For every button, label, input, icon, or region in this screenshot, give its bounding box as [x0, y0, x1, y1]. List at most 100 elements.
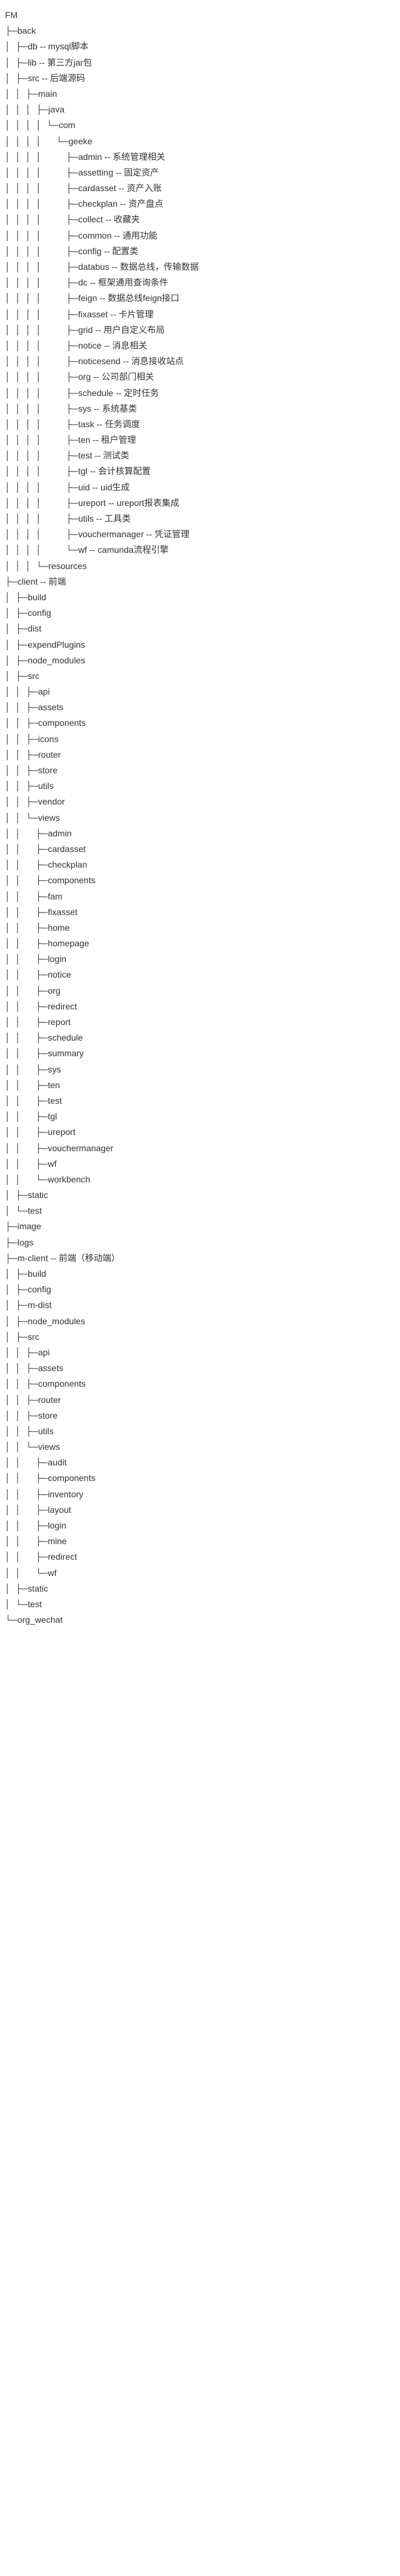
- tree-node: │ │ ├─admin: [5, 826, 395, 841]
- tree-node: │ │ │ │ ├─notice -- 消息相关: [5, 338, 395, 354]
- tree-node: │ │ ├─fixasset: [5, 904, 395, 920]
- tree-node: │ │ ├─redirect: [5, 1549, 395, 1565]
- tree-node: │ ├─src: [5, 668, 395, 684]
- tree-node: │ │ │ │ ├─grid -- 用户自定义布局: [5, 322, 395, 338]
- tree-node: │ ├─static: [5, 1581, 395, 1597]
- tree-node: │ │ ├─audit: [5, 1455, 395, 1470]
- tree-node: │ │ ├─layout: [5, 1502, 395, 1518]
- tree-node: │ │ └─wf: [5, 1565, 395, 1581]
- tree-node: │ │ ├─components: [5, 1376, 395, 1392]
- tree-node: │ ├─db -- mysql脚本: [5, 39, 395, 54]
- tree-node: │ │ ├─assets: [5, 1360, 395, 1376]
- tree-node: │ │ ├─fam: [5, 889, 395, 904]
- tree-node: │ │ │ │ ├─cardasset -- 资产入账: [5, 181, 395, 196]
- tree-node: │ ├─src -- 后端源码: [5, 71, 395, 86]
- tree-node: │ │ ├─login: [5, 951, 395, 967]
- tree-node: │ │ └─views: [5, 1439, 395, 1455]
- directory-tree: FM├─back│ ├─db -- mysql脚本│ ├─lib -- 第三方j…: [5, 7, 395, 1628]
- tree-node: │ │ │ │ ├─ten -- 租户管理: [5, 432, 395, 448]
- tree-node: │ │ ├─ten: [5, 1077, 395, 1093]
- tree-node: │ │ ├─store: [5, 763, 395, 778]
- tree-node: │ │ ├─notice: [5, 967, 395, 983]
- tree-node: │ ├─config: [5, 605, 395, 621]
- tree-node: │ │ │ │ ├─task -- 任务调度: [5, 417, 395, 432]
- tree-node: │ │ ├─summary: [5, 1046, 395, 1061]
- tree-node: │ │ ├─main: [5, 86, 395, 102]
- tree-node: │ ├─build: [5, 1266, 395, 1282]
- tree-node: │ │ └─workbench: [5, 1172, 395, 1187]
- tree-node: │ │ ├─redirect: [5, 999, 395, 1014]
- tree-node: │ ├─src: [5, 1329, 395, 1345]
- tree-node: │ │ ├─vendor: [5, 794, 395, 810]
- tree-node: │ │ │ │ ├─checkplan -- 资产盘点: [5, 196, 395, 212]
- tree-node: │ ├─node_modules: [5, 1314, 395, 1329]
- tree-node: │ │ ├─components: [5, 873, 395, 888]
- tree-node: │ └─test: [5, 1203, 395, 1219]
- tree-node: │ │ │ │ ├─admin -- 系统管理相关: [5, 149, 395, 165]
- tree-node: │ │ ├─ureport: [5, 1124, 395, 1140]
- tree-node: │ │ ├─wf: [5, 1156, 395, 1172]
- tree-node: │ │ │ │ ├─test -- 测试类: [5, 448, 395, 463]
- tree-node: │ │ ├─home: [5, 920, 395, 936]
- tree-node: │ │ ├─store: [5, 1408, 395, 1424]
- tree-node: │ └─test: [5, 1597, 395, 1612]
- tree-node: │ │ ├─components: [5, 715, 395, 731]
- tree-node: │ │ ├─schedule: [5, 1030, 395, 1046]
- tree-node: │ │ │ │ ├─tgl -- 会计核算配置: [5, 463, 395, 479]
- tree-node: FM: [5, 7, 395, 23]
- tree-node: │ │ │ │ └─wf -- camunda流程引擎: [5, 542, 395, 558]
- tree-node: │ │ ├─sys: [5, 1062, 395, 1077]
- tree-node: │ │ │ │ ├─dc -- 框架通用查询条件: [5, 275, 395, 290]
- tree-node: │ │ ├─org: [5, 983, 395, 999]
- tree-node: │ │ │ ├─java: [5, 102, 395, 117]
- tree-node: ├─back: [5, 23, 395, 39]
- tree-node: │ │ │ │ ├─vouchermanager -- 凭证管理: [5, 527, 395, 542]
- tree-node: │ │ ├─components: [5, 1470, 395, 1486]
- tree-node: │ │ ├─assets: [5, 700, 395, 715]
- tree-node: │ │ │ │ ├─utils -- 工具类: [5, 511, 395, 527]
- tree-node: │ │ ├─homepage: [5, 936, 395, 951]
- tree-node: │ │ ├─api: [5, 1345, 395, 1360]
- tree-node: │ │ │ └─resources: [5, 558, 395, 574]
- tree-node: │ │ │ │ ├─feign -- 数据总线feign接口: [5, 290, 395, 306]
- tree-node: │ │ ├─icons: [5, 731, 395, 747]
- tree-node: ├─m-client -- 前端（移动端）: [5, 1251, 395, 1266]
- tree-node: │ │ │ │ ├─schedule -- 定时任务: [5, 385, 395, 401]
- tree-node: │ │ ├─router: [5, 1392, 395, 1408]
- tree-node: │ │ ├─report: [5, 1014, 395, 1030]
- tree-node: │ ├─lib -- 第三方jar包: [5, 55, 395, 71]
- tree-node: └─org_wechat: [5, 1612, 395, 1628]
- tree-node: ├─logs: [5, 1235, 395, 1251]
- tree-node: │ ├─m-dist: [5, 1297, 395, 1313]
- tree-node: │ │ ├─test: [5, 1093, 395, 1109]
- tree-node: │ ├─node_modules: [5, 653, 395, 668]
- tree-node: ├─client -- 前端: [5, 574, 395, 590]
- tree-node: │ │ │ │ ├─assetting -- 固定资产: [5, 165, 395, 181]
- tree-node: │ │ ├─utils: [5, 778, 395, 794]
- tree-node: │ │ │ │ ├─ureport -- ureport报表集成: [5, 495, 395, 511]
- tree-node: │ │ ├─inventory: [5, 1487, 395, 1502]
- tree-node: │ ├─dist: [5, 621, 395, 637]
- tree-node: │ │ ├─vouchermanager: [5, 1141, 395, 1156]
- tree-node: │ │ │ │ ├─noticesend -- 消息接收站点: [5, 354, 395, 369]
- tree-node: │ │ │ │ └─com: [5, 117, 395, 133]
- tree-node: │ │ │ │ └─geeke: [5, 134, 395, 149]
- tree-node: │ ├─expendPlugins: [5, 637, 395, 653]
- tree-node: │ │ ├─router: [5, 747, 395, 763]
- tree-node: │ │ ├─login: [5, 1518, 395, 1533]
- tree-node: │ │ ├─api: [5, 684, 395, 700]
- tree-node: │ │ │ │ ├─databus -- 数据总线，传输数据: [5, 259, 395, 275]
- tree-node: │ │ │ │ ├─uid -- uid生成: [5, 480, 395, 495]
- tree-node: │ │ ├─utils: [5, 1424, 395, 1439]
- tree-node: │ │ ├─checkplan: [5, 857, 395, 873]
- tree-node: │ │ └─views: [5, 810, 395, 826]
- tree-node: │ │ │ │ ├─sys -- 系统基类: [5, 401, 395, 417]
- tree-node: ├─image: [5, 1219, 395, 1234]
- tree-node: │ │ ├─mine: [5, 1533, 395, 1549]
- tree-node: │ │ │ │ ├─config -- 配置类: [5, 244, 395, 259]
- tree-node: │ ├─config: [5, 1282, 395, 1297]
- tree-node: │ │ │ │ ├─org -- 公司部门相关: [5, 369, 395, 385]
- tree-node: │ │ ├─cardasset: [5, 841, 395, 857]
- tree-node: │ │ ├─tgl: [5, 1109, 395, 1124]
- tree-node: │ │ │ │ ├─common -- 通用功能: [5, 228, 395, 244]
